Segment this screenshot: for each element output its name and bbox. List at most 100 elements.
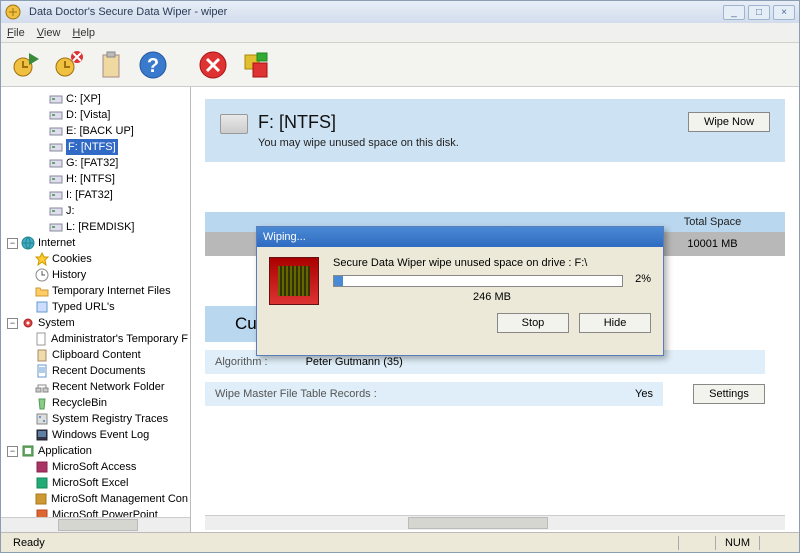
access-icon [35,460,49,474]
menu-file[interactable]: File [7,27,25,39]
tree-system-1[interactable]: Clipboard Content [3,347,188,363]
status-num: NUM [719,537,756,549]
algo-label: Algorithm : [215,356,268,368]
window-title: Data Doctor's Secure Data Wiper - wiper [25,6,723,18]
maximize-button[interactable]: □ [748,5,770,20]
drive-icon [49,124,63,138]
wipe-icon [269,257,319,305]
drive-icon [220,114,248,134]
progress-percent: 2% [635,273,651,285]
status-ready: Ready [7,537,51,549]
progress-bar [333,275,623,287]
wipe-now-button[interactable]: Wipe Now [688,112,770,132]
net-icon [35,380,49,394]
algo-value: Peter Gutmann (35) [306,356,403,368]
doc-icon [35,364,49,378]
settings-button[interactable]: Settings [693,384,765,404]
wiping-dialog: Wiping... Secure Data Wiper wipe unused … [256,226,664,356]
menu-view[interactable]: View [37,27,61,39]
tree-hscroll[interactable] [1,517,190,532]
drive-icon [49,204,63,218]
minimize-button[interactable]: _ [723,5,745,20]
drive-header: F: [NTFS] You may wipe unused space on t… [205,99,785,162]
drive-title: F: [NTFS] [258,112,459,133]
hide-button[interactable]: Hide [579,313,651,333]
mft-value: Yes [635,388,653,400]
tree-drive-8[interactable]: L: [REMDISK] [3,219,188,235]
expand-icon[interactable]: − [7,238,18,249]
tree-system-4[interactable]: RecycleBin [3,395,188,411]
excel-icon [35,476,49,490]
drive-icon [49,156,63,170]
menu-help[interactable]: Help [72,27,95,39]
tree-drive-1[interactable]: D: [Vista] [3,107,188,123]
clip-icon [35,348,49,362]
tree-application[interactable]: −Application [3,443,188,459]
toolbar-refresh[interactable] [237,47,273,83]
app-icon [5,4,21,20]
tree-system-3[interactable]: Recent Network Folder [3,379,188,395]
tree-system-0[interactable]: Administrator's Temporary F [3,331,188,347]
tree-drive-6[interactable]: I: [FAT32] [3,187,188,203]
statusbar: Ready NUM [1,532,799,552]
page-icon [34,332,48,346]
drive-icon [49,172,63,186]
tree-internet[interactable]: −Internet [3,235,188,251]
mmc-icon [34,492,48,506]
close-button[interactable]: × [773,5,795,20]
tree-drive-5[interactable]: H: [NTFS] [3,171,188,187]
toolbar: ? [1,43,799,87]
toolbar-help[interactable]: ? [135,47,171,83]
note-icon [35,300,49,314]
drive-icon [49,188,63,202]
toolbar-clipboard[interactable] [93,47,129,83]
tree-internet-0[interactable]: Cookies [3,251,188,267]
tree-app-2[interactable]: MicroSoft Management Con [3,491,188,507]
menubar: File View Help [1,23,799,43]
main-hscroll[interactable] [205,515,785,530]
star-icon [35,252,49,266]
tree-drive-2[interactable]: E: [BACK UP] [3,123,188,139]
tree-drive-0[interactable]: C: [XP] [3,91,188,107]
tree-drive-3[interactable]: F: [NTFS] [3,139,188,155]
drive-subtitle: You may wipe unused space on this disk. [258,137,459,149]
tree[interactable]: C: [XP]D: [Vista]E: [BACK UP]F: [NTFS]G:… [1,87,190,517]
progress-amount: 246 MB [333,291,651,303]
settings-row-mft: Wipe Master File Table Records : Yes [205,382,663,406]
tree-pane: C: [XP]D: [Vista]E: [BACK UP]F: [NTFS]G:… [1,87,191,532]
drive-icon [49,220,63,234]
tree-app-1[interactable]: MicroSoft Excel [3,475,188,491]
drive-icon [49,92,63,106]
expand-icon[interactable]: − [7,446,18,457]
titlebar: Data Doctor's Secure Data Wiper - wiper … [1,1,799,23]
tree-drive-4[interactable]: G: [FAT32] [3,155,188,171]
bin-icon [35,396,49,410]
tree-system-6[interactable]: Windows Event Log [3,427,188,443]
tree-app-3[interactable]: MicroSoft PowerPoint [3,507,188,517]
toolbar-schedule-remove[interactable] [51,47,87,83]
tree-system-2[interactable]: Recent Documents [3,363,188,379]
dialog-message: Secure Data Wiper wipe unused space on d… [333,257,651,269]
tree-system-5[interactable]: System Registry Traces [3,411,188,427]
drive-icon [49,108,63,122]
drive-icon [49,140,63,154]
tree-internet-2[interactable]: Temporary Internet Files [3,283,188,299]
tree-internet-3[interactable]: Typed URL's [3,299,188,315]
gear-icon [21,316,35,330]
tree-drive-7[interactable]: J: [3,203,188,219]
toolbar-stop[interactable] [195,47,231,83]
app-icon [21,444,35,458]
dialog-title: Wiping... [257,227,663,247]
expand-icon[interactable]: − [7,318,18,329]
globe-icon [21,236,35,250]
tree-app-0[interactable]: MicroSoft Access [3,459,188,475]
toolbar-schedule-add[interactable] [9,47,45,83]
mft-label: Wipe Master File Table Records : [215,388,377,400]
log-icon [35,428,49,442]
tree-system[interactable]: −System [3,315,188,331]
stop-button[interactable]: Stop [497,313,569,333]
ppt-icon [35,508,49,517]
clock-icon [35,268,49,282]
folder-icon [35,284,49,298]
tree-internet-1[interactable]: History [3,267,188,283]
